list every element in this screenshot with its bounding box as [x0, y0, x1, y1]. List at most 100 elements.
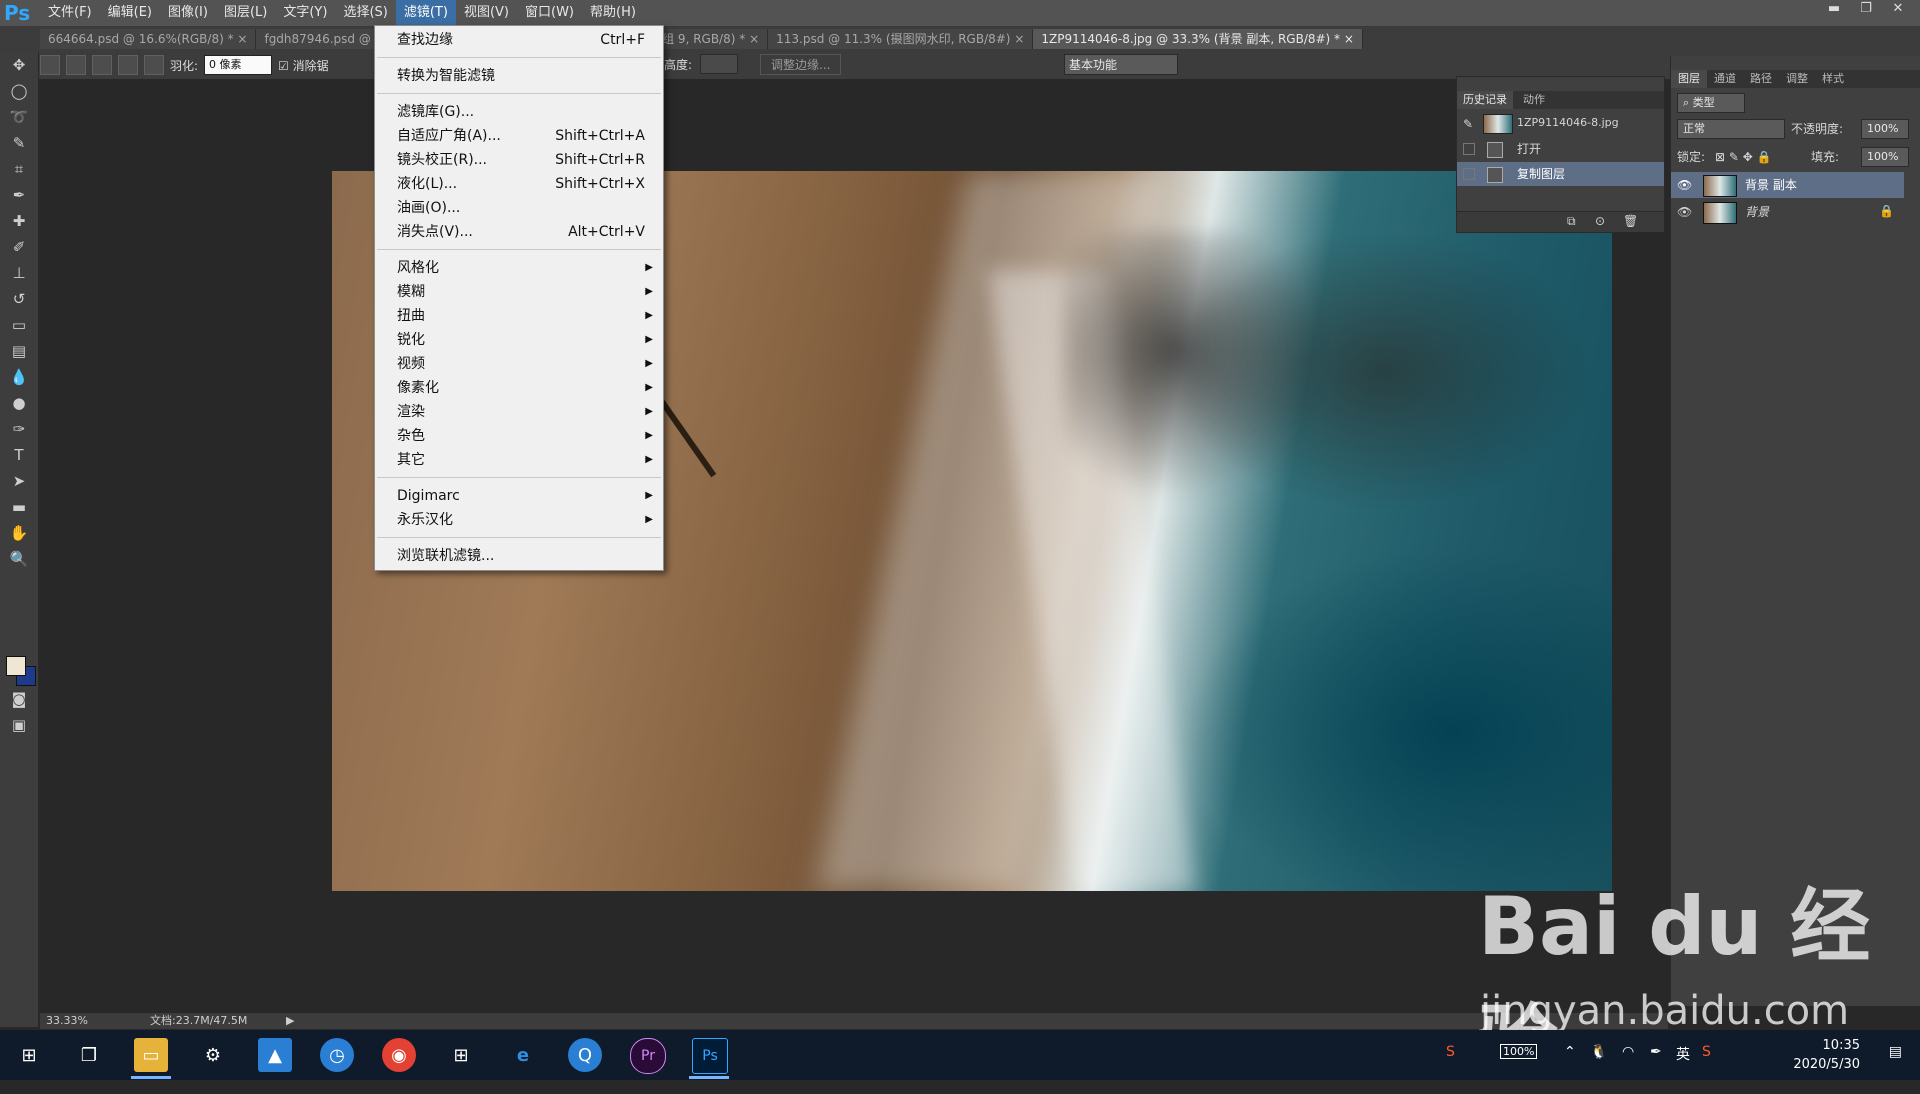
menu-item[interactable]: 编辑(E) — [100, 0, 160, 26]
sogou-tray-icon[interactable]: S — [1702, 1044, 1711, 1060]
premiere-icon[interactable]: Pr — [630, 1038, 666, 1074]
qq-icon[interactable]: 🐧 — [1590, 1044, 1607, 1060]
document-tab[interactable]: 664664.psd @ 16.6%(RGB/8) * × — [40, 29, 257, 49]
filter-menu-item[interactable]: 消失点(V)... Alt+Ctrl+V — [375, 220, 663, 244]
clock[interactable]: 10:35 2020/5/30 — [1793, 1036, 1860, 1074]
filter-menu-item[interactable]: 扭曲 ▶ — [375, 304, 663, 328]
pen-icon[interactable]: ✒ — [1650, 1044, 1662, 1060]
intersect-selection-icon[interactable] — [144, 55, 164, 75]
menu-item[interactable]: 选择(S) — [335, 0, 395, 26]
quick-select-tool-icon[interactable]: ✎ — [0, 130, 38, 156]
filter-menu-item[interactable]: 风格化 ▶ — [375, 256, 663, 280]
close-button[interactable]: ✕ — [1882, 0, 1914, 18]
menu-item[interactable]: 滤镜(T) — [395, 0, 456, 26]
blend-mode-select[interactable]: 正常 — [1677, 119, 1785, 139]
layer-row[interactable]: 👁 背景 副本 — [1671, 172, 1904, 198]
refine-edge-button[interactable]: 调整边缘... — [760, 54, 842, 75]
opacity-input[interactable]: 100% — [1861, 119, 1909, 139]
clock-app-icon[interactable]: ◷ — [320, 1038, 354, 1072]
eyedropper-tool-icon[interactable]: ✒ — [0, 182, 38, 208]
new-selection-icon[interactable] — [66, 55, 86, 75]
close-tab-icon[interactable]: × — [1340, 32, 1354, 46]
crop-tool-icon[interactable]: ⌗ — [0, 156, 38, 182]
photoshop-icon[interactable]: Ps — [692, 1038, 728, 1074]
lock-pixels-icon[interactable]: ⊠ ✎ ✥ 🔒 — [1715, 148, 1772, 166]
gradient-tool-icon[interactable]: ▤ — [0, 338, 38, 364]
dodge-tool-icon[interactable]: ● — [0, 390, 38, 416]
close-tab-icon[interactable]: × — [1011, 32, 1024, 46]
filter-menu-item[interactable]: 视频 ▶ — [375, 352, 663, 376]
lasso-tool-icon[interactable]: ➰ — [0, 104, 38, 130]
trash-icon[interactable]: 🗑 — [1623, 214, 1638, 228]
restore-button[interactable]: ❐ — [1850, 0, 1882, 18]
pen-tool-icon[interactable]: ✑ — [0, 416, 38, 442]
snapshot-camera-icon[interactable]: ⊙ — [1595, 214, 1605, 228]
filter-menu-item[interactable]: 液化(L)... Shift+Ctrl+X — [375, 172, 663, 196]
height-input[interactable] — [700, 54, 738, 74]
filter-menu-item[interactable]: 模糊 ▶ — [375, 280, 663, 304]
filter-menu-item[interactable]: 像素化 ▶ — [375, 376, 663, 400]
marquee-tool-icon[interactable]: ◯ — [0, 78, 38, 104]
tab-channels[interactable]: 通道 — [1707, 70, 1743, 88]
eraser-tool-icon[interactable]: ▭ — [0, 312, 38, 338]
clone-stamp-tool-icon[interactable]: ⊥ — [0, 260, 38, 286]
history-state-checkbox[interactable] — [1463, 168, 1475, 180]
filter-menu-item[interactable]: Digimarc ▶ — [375, 484, 663, 508]
brush-tool-icon[interactable]: ✐ — [0, 234, 38, 260]
tab-styles[interactable]: 样式 — [1815, 70, 1851, 88]
filter-menu-item[interactable]: 自适应广角(A)... Shift+Ctrl+A — [375, 124, 663, 148]
filter-menu-item[interactable]: 永乐汉化 ▶ — [375, 508, 663, 532]
zoom-level[interactable]: 33.33% — [46, 1013, 88, 1029]
tab-layers[interactable]: 图层 — [1671, 70, 1707, 88]
history-brush-source-icon[interactable]: ✎ — [1463, 117, 1473, 131]
battery-indicator[interactable]: 100% — [1500, 1044, 1538, 1059]
blur-tool-icon[interactable]: 💧 — [0, 364, 38, 390]
menu-item[interactable]: 帮助(H) — [582, 0, 644, 26]
menu-item[interactable]: 窗口(W) — [517, 0, 582, 26]
filter-menu-item[interactable]: 渲染 ▶ — [375, 400, 663, 424]
history-brush-tool-icon[interactable]: ↺ — [0, 286, 38, 312]
status-arrow-icon[interactable]: ▶ — [286, 1013, 294, 1029]
filter-menu-item[interactable]: 锐化 ▶ — [375, 328, 663, 352]
filter-menu-item[interactable]: 查找边缘 Ctrl+F — [375, 28, 663, 52]
menu-item[interactable]: 文字(Y) — [275, 0, 335, 26]
tab-actions[interactable]: 动作 — [1517, 91, 1551, 109]
filter-menu-item[interactable]: 滤镜库(G)... — [375, 100, 663, 124]
filter-menu-item[interactable]: 油画(O)... — [375, 196, 663, 220]
history-state[interactable]: 复制图层 — [1457, 162, 1664, 186]
move-tool-icon[interactable]: ✥ — [0, 52, 38, 78]
search-app-icon[interactable]: Q — [568, 1038, 602, 1072]
wifi-icon[interactable]: ◠ — [1622, 1044, 1634, 1060]
feather-input[interactable]: 0 像素 — [204, 55, 273, 75]
shape-tool-icon[interactable]: ▬ — [0, 494, 38, 520]
quick-mask-icon[interactable]: ◙ — [0, 686, 38, 712]
store-icon[interactable]: ⊞ — [444, 1038, 478, 1072]
layer-row[interactable]: 👁 背景 🔒 — [1671, 199, 1904, 225]
type-tool-icon[interactable]: T — [0, 442, 38, 468]
close-tab-icon[interactable]: × — [234, 32, 247, 46]
start-icon[interactable]: ⊞ — [12, 1038, 46, 1072]
path-select-tool-icon[interactable]: ➤ — [0, 468, 38, 494]
fill-input[interactable]: 100% — [1861, 147, 1909, 167]
task-view-icon[interactable]: ❐ — [72, 1038, 106, 1072]
ie-icon[interactable]: e — [506, 1038, 540, 1072]
foreground-color-swatch[interactable] — [6, 656, 26, 676]
menu-item[interactable]: 文件(F) — [40, 0, 100, 26]
menu-item[interactable]: 图层(L) — [216, 0, 275, 26]
screen-mode-icon[interactable]: ▣ — [0, 712, 38, 738]
healing-brush-tool-icon[interactable]: ✚ — [0, 208, 38, 234]
workspace-select[interactable]: 基本功能 — [1064, 54, 1178, 75]
visibility-eye-icon[interactable]: 👁 — [1677, 178, 1692, 192]
ime-indicator[interactable]: 英 — [1676, 1044, 1690, 1064]
zoom-tool-icon[interactable]: 🔍 — [0, 546, 38, 572]
layer-filter-select[interactable]: ⌕ 类型 — [1677, 93, 1745, 113]
close-tab-icon[interactable]: × — [745, 32, 759, 46]
antialias-checkbox[interactable]: ☑ 消除锯 — [278, 57, 329, 74]
document-tab[interactable]: 113.psd @ 11.3% (摄图网水印, RGB/8#) × — [768, 29, 1034, 49]
chrome-icon[interactable]: ◉ — [382, 1038, 416, 1072]
hand-tool-icon[interactable]: ✋ — [0, 520, 38, 546]
history-snapshot[interactable]: ✎ 1ZP9114046-8.jpg — [1457, 111, 1664, 135]
tab-paths[interactable]: 路径 — [1743, 70, 1779, 88]
tab-adjustments[interactable]: 调整 — [1779, 70, 1815, 88]
document-tab[interactable]: 1ZP9114046-8.jpg @ 33.3% (背景 副本, RGB/8#)… — [1033, 29, 1363, 49]
